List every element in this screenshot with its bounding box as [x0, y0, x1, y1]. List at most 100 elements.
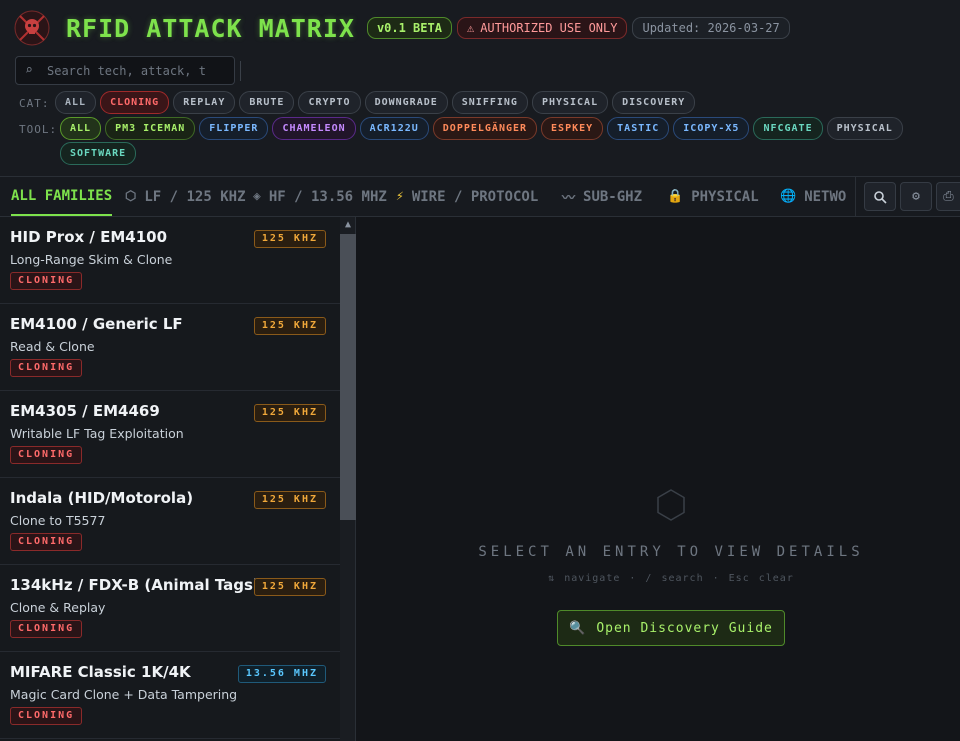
export-icon: ⎙: [943, 189, 954, 204]
list-scrollbar[interactable]: ▲: [340, 217, 356, 741]
search-button[interactable]: [864, 182, 896, 211]
category-filter-chips: ALL CLONING REPLAY BRUTE CRYPTO DOWNGRADE SNIF…: [55, 91, 955, 116]
frequency-badge: 125 KHZ: [253, 578, 326, 596]
category-chip-sniffing[interactable]: SNIFFING: [451, 91, 528, 114]
search-input[interactable]: [47, 63, 227, 78]
frequency-badge: 125 KHZ: [253, 317, 326, 335]
tool-chip-software[interactable]: SOFTWARE: [60, 142, 137, 165]
category-chip-physical[interactable]: PHYSICAL: [531, 91, 609, 114]
category-tag: CLONING: [10, 272, 83, 290]
tab-sub-ghz[interactable]: 〰 SUB-GHZ: [562, 177, 642, 216]
search-icon: ⌕: [25, 63, 33, 78]
authorized-badge: ⚠ AUTHORIZED USE ONLY: [456, 17, 628, 39]
list-item[interactable]: MIFARE Classic 1K/4K Magic Card Clone + D…: [0, 652, 340, 739]
tab-label: SUB-GHZ: [583, 188, 643, 205]
skull-logo-icon: [14, 10, 50, 46]
gear-icon: ⚙: [912, 189, 920, 204]
tool-chip-icopy-x5[interactable]: ICOPY-X5: [673, 117, 750, 140]
search-icon: [874, 190, 887, 204]
tab-label: NETWO: [804, 188, 847, 205]
diamond-icon: ◈: [253, 189, 261, 204]
tab-label: ALL FAMILIES: [11, 187, 113, 204]
list-item[interactable]: 134kHz / FDX-B (Animal Tags) Clone & Repl…: [0, 565, 340, 652]
category-chip-discovery[interactable]: DISCOVERY: [612, 91, 696, 114]
tool-chip-doppelg-nger[interactable]: DOPPELGÄNGER: [432, 117, 538, 140]
hexagon-icon: ⬡: [125, 189, 137, 204]
list-item[interactable]: EM4305 / EM4469 Writable LF Tag Exploitat…: [0, 391, 340, 478]
tab-network[interactable]: 🌐 NETWO: [780, 177, 846, 216]
empty-state-title: SELECT AN ENTRY TO VIEW DETAILS: [478, 544, 864, 560]
tab-physical[interactable]: 🔒 PHYSICAL: [667, 177, 759, 216]
category-tag: CLONING: [10, 446, 83, 464]
frequency-badge: 13.56 MHZ: [237, 665, 326, 683]
category-chip-brute[interactable]: BRUTE: [239, 91, 295, 114]
lock-icon: 🔒: [667, 189, 684, 204]
hexagon-icon: [657, 489, 685, 521]
toolbar-buttons: ⚙ ⎙: [855, 177, 960, 216]
export-button[interactable]: ⎙: [936, 182, 960, 211]
scroll-up-arrow-icon[interactable]: ▲: [340, 219, 356, 230]
tab-lf[interactable]: ⬡ LF / 125 KHZ: [125, 177, 246, 216]
guide-button-label: Open Discovery Guide: [596, 620, 773, 636]
tab-label: HF / 13.56 MHZ: [268, 188, 387, 205]
tool-chip-chameleon[interactable]: CHAMELEON: [272, 117, 356, 140]
entry-list: HID Prox / EM4100 Long-Range Skim & Clone…: [0, 217, 340, 741]
tool-filter-chips: ALL PM3 ICEMAN FLIPPER CHAMELEON ACR122U DOPP…: [15, 117, 960, 167]
tab-hf[interactable]: ◈ HF / 13.56 MHZ: [253, 177, 387, 216]
category-chip-downgrade[interactable]: DOWNGRADE: [364, 91, 448, 114]
tool-chip-tastic[interactable]: TASTIC: [607, 117, 670, 140]
frequency-badge: 125 KHZ: [253, 404, 326, 422]
updated-badge: Updated: 2026-03-27: [632, 17, 790, 39]
category-chip-replay[interactable]: REPLAY: [173, 91, 236, 114]
detail-pane: SELECT AN ENTRY TO VIEW DETAILS ⇅ naviga…: [357, 217, 960, 741]
list-item[interactable]: EM4100 / Generic LF Read & Clone CLONING 12…: [0, 304, 340, 391]
tool-chip-nfcgate[interactable]: NFCGATE: [753, 117, 823, 140]
entry-subtitle: Clone to T5577: [10, 513, 106, 528]
entry-subtitle: Long-Range Skim & Clone: [10, 252, 173, 267]
entry-subtitle: Magic Card Clone + Data Tampering: [10, 687, 238, 702]
version-badge: v0.1 BETA: [366, 17, 452, 39]
category-chip-crypto[interactable]: CRYPTO: [298, 91, 361, 114]
search-divider: [240, 61, 241, 81]
tab-label: WIRE / PROTOCOL: [411, 188, 539, 205]
entry-subtitle: Read & Clone: [10, 339, 95, 354]
list-item[interactable]: HID Prox / EM4100 Long-Range Skim & Clone…: [0, 217, 340, 304]
search-box[interactable]: ⌕: [15, 56, 235, 85]
tab-all-families[interactable]: ALL FAMILIES: [11, 177, 113, 216]
lightning-icon: ⚡: [396, 189, 404, 204]
tab-wire-protocol[interactable]: ⚡ WIRE / PROTOCOL: [396, 177, 538, 216]
app-title: RFID ATTACK MATRIX: [66, 13, 355, 43]
tab-label: PHYSICAL: [691, 188, 759, 205]
settings-button[interactable]: ⚙: [900, 182, 932, 211]
frequency-badge: 125 KHZ: [253, 230, 326, 248]
tool-chip-physical[interactable]: PHYSICAL: [826, 117, 903, 140]
globe-icon: 🌐: [780, 189, 797, 204]
category-chip-cloning[interactable]: CLONING: [100, 91, 170, 114]
header: RFID ATTACK MATRIX v0.1 BETA ⚠ AUTHORIZE…: [0, 0, 960, 177]
tool-chip-all[interactable]: ALL: [60, 117, 102, 140]
category-tag: CLONING: [10, 707, 83, 725]
family-tabs: ALL FAMILIES ⬡ LF / 125 KHZ ◈ HF / 13.56…: [0, 177, 960, 217]
frequency-badge: 125 KHZ: [253, 491, 326, 509]
tool-chip-flipper[interactable]: FLIPPER: [199, 117, 269, 140]
authorized-label: AUTHORIZED USE ONLY: [480, 21, 618, 35]
category-tag: CLONING: [10, 620, 83, 638]
tab-label: LF / 125 KHZ: [144, 188, 246, 205]
tool-chip-espkey[interactable]: ESPKEY: [541, 117, 604, 140]
keyboard-hint: ⇅ navigate · / search · Esc clear: [548, 573, 794, 584]
tool-chip-acr122u[interactable]: ACR122U: [359, 117, 429, 140]
wave-icon: 〰: [562, 191, 576, 206]
list-item[interactable]: Indala (HID/Motorola) Clone to T5577 CLONI…: [0, 478, 340, 565]
scroll-thumb[interactable]: [340, 234, 356, 520]
entry-subtitle: Writable LF Tag Exploitation: [10, 426, 184, 441]
category-filter-label: CAT:: [19, 97, 50, 110]
category-chip-all[interactable]: ALL: [55, 91, 97, 114]
open-discovery-guide-button[interactable]: 🔍 Open Discovery Guide: [557, 610, 785, 646]
category-tag: CLONING: [10, 533, 83, 551]
tool-chip-pm3-iceman[interactable]: PM3 ICEMAN: [105, 117, 196, 140]
warning-icon: ⚠: [466, 21, 475, 35]
magnifier-icon: 🔍: [569, 620, 587, 636]
entry-subtitle: Clone & Replay: [10, 600, 106, 615]
title-row: RFID ATTACK MATRIX v0.1 BETA ⚠ AUTHORIZE…: [14, 10, 795, 46]
category-tag: CLONING: [10, 359, 83, 377]
